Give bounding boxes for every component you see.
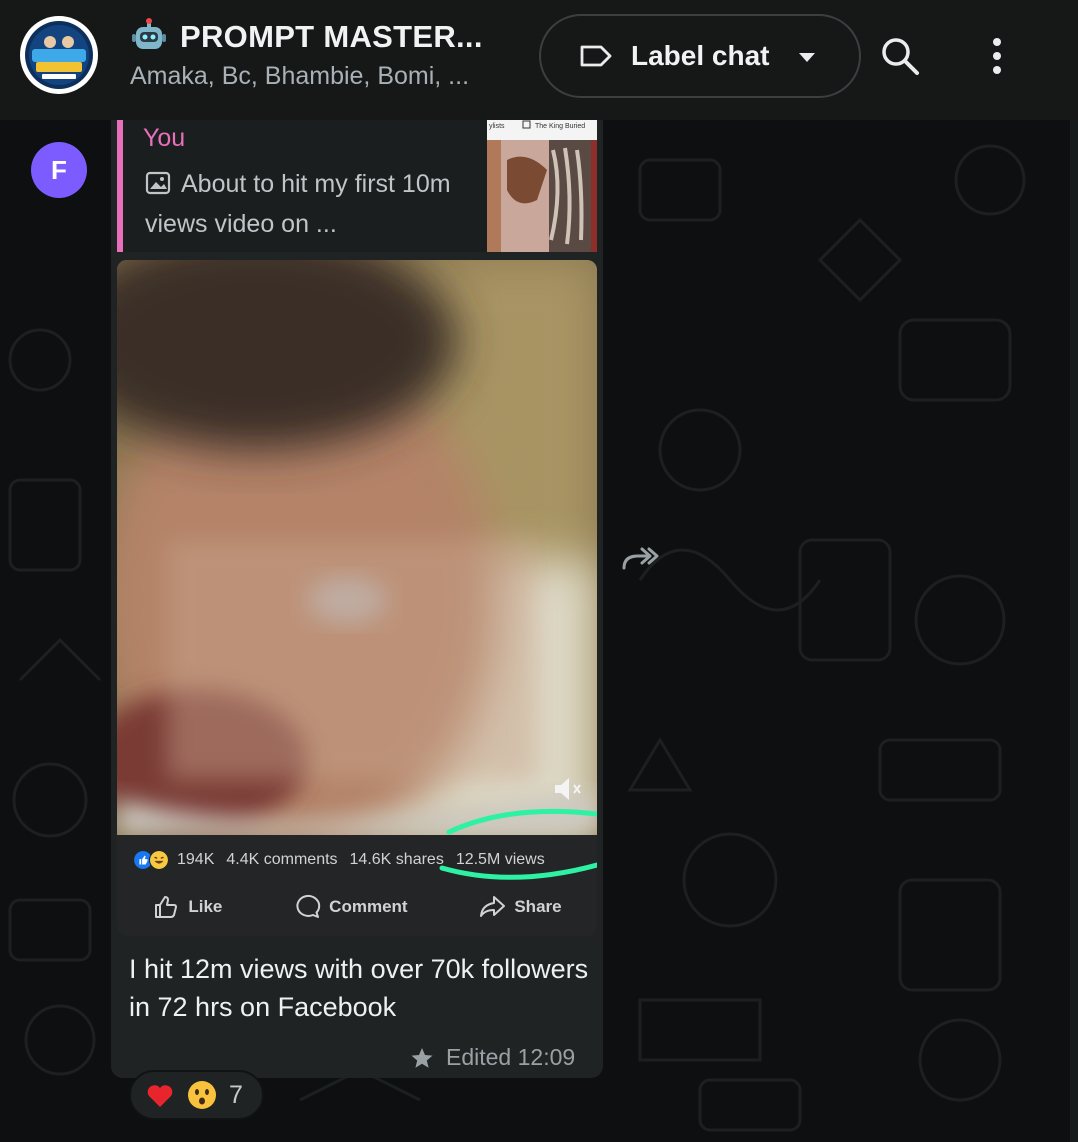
thumbs-up-icon bbox=[155, 896, 178, 918]
green-highlight-marks bbox=[439, 808, 597, 880]
share-arrow-icon bbox=[480, 896, 506, 917]
facebook-actions: Like Comment Share bbox=[117, 887, 597, 927]
quoted-thumbnail: ylists The King Buried bbox=[487, 120, 597, 252]
like-action: Like bbox=[152, 893, 222, 921]
thumb-tab-1: ylists bbox=[489, 123, 505, 130]
robot-icon bbox=[132, 18, 166, 49]
quoted-text-content: About to hit my first 10m views video on… bbox=[145, 170, 451, 238]
comment-action: Comment bbox=[293, 893, 408, 921]
reaction-count: 7 bbox=[229, 1080, 243, 1109]
quoted-message[interactable]: You About to hit my first 10m views vide… bbox=[117, 120, 597, 252]
like-label: Like bbox=[188, 897, 223, 916]
label-tag-icon bbox=[580, 45, 612, 67]
blurred-photo bbox=[117, 260, 597, 835]
group-name: PROMPT MASTER... bbox=[180, 19, 483, 54]
message-meta: Edited 12:09 bbox=[410, 1044, 575, 1071]
chat-scrollbar[interactable] bbox=[1070, 120, 1078, 1142]
quoted-text: About to hit my first 10m views video on… bbox=[145, 164, 455, 244]
quoted-author: You bbox=[143, 124, 186, 152]
whatsapp-chat-window: PROMPT MASTER... Amaka, Bc, Bhambie, Bom… bbox=[0, 0, 1078, 1142]
label-chat-text: Label chat bbox=[631, 40, 770, 71]
sender-avatar[interactable]: F bbox=[31, 142, 87, 198]
share-action: Share bbox=[478, 893, 562, 921]
red-heart-icon bbox=[147, 1085, 173, 1107]
chat-title[interactable]: PROMPT MASTER... bbox=[130, 18, 483, 56]
prompt-masters-logo bbox=[25, 21, 93, 89]
video-screenshot[interactable]: 194K 4.4K comments 14.6K shares 12.5M vi… bbox=[117, 260, 597, 936]
mute-icon[interactable] bbox=[553, 776, 583, 802]
comment-label: Comment bbox=[329, 897, 408, 916]
thumb-tab-2: The King Buried bbox=[535, 123, 585, 130]
message-time: 12:09 bbox=[517, 1044, 576, 1070]
comment-bubble-icon bbox=[296, 894, 321, 918]
forward-icon[interactable] bbox=[620, 544, 660, 574]
image-icon bbox=[145, 171, 171, 195]
surprised-face-icon bbox=[188, 1081, 216, 1109]
chevron-down-icon bbox=[799, 53, 815, 62]
photo-content bbox=[117, 260, 597, 835]
group-members[interactable]: Amaka, Bc, Bhambie, Bomi, ... bbox=[130, 62, 469, 91]
label-chat-button[interactable]: Label chat bbox=[539, 14, 861, 98]
share-label: Share bbox=[514, 897, 562, 916]
message-caption: I hit 12m views with over 70k followers … bbox=[129, 954, 589, 1022]
chat-header: PROMPT MASTER... Amaka, Bc, Bhambie, Bom… bbox=[0, 0, 1078, 120]
message-reactions[interactable]: 7 bbox=[129, 1070, 264, 1120]
group-avatar[interactable] bbox=[20, 16, 98, 94]
more-options-icon[interactable] bbox=[984, 36, 1010, 76]
search-icon[interactable] bbox=[878, 34, 922, 78]
edited-label: Edited bbox=[446, 1044, 512, 1070]
thumbnail-image: ylists The King Buried bbox=[487, 120, 597, 252]
star-icon bbox=[411, 1047, 433, 1068]
